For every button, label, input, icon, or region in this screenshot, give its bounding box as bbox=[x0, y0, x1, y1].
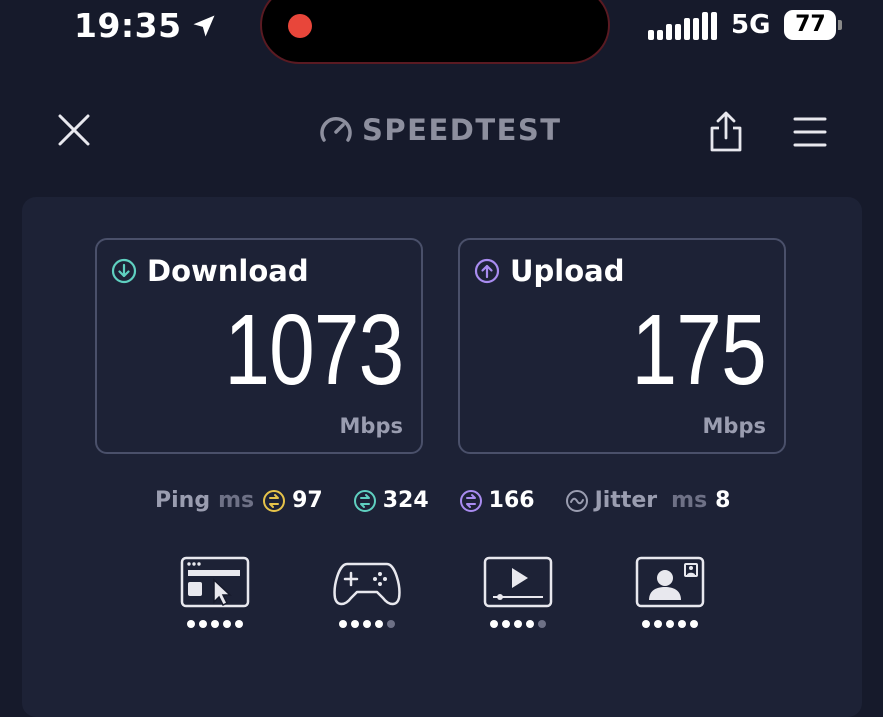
battery-level: 77 bbox=[784, 10, 837, 40]
gaming-icon bbox=[333, 562, 401, 606]
rating-dot bbox=[363, 620, 371, 628]
dynamic-island bbox=[260, 0, 610, 64]
rating-dot bbox=[351, 620, 359, 628]
speedtest-logo: SPEEDTEST bbox=[318, 112, 562, 148]
speedometer-icon bbox=[320, 117, 352, 142]
status-time: 19:35 bbox=[74, 6, 218, 45]
download-label: Download bbox=[147, 254, 309, 288]
upload-latency-icon bbox=[459, 489, 482, 512]
jitter-label: Jitter bbox=[594, 488, 658, 513]
rating-dot bbox=[211, 620, 219, 628]
rating-dot bbox=[690, 620, 698, 628]
upload-unit: Mbps bbox=[702, 414, 766, 438]
network-type: 5G bbox=[731, 10, 771, 40]
video-streaming-stars bbox=[490, 620, 546, 628]
idle-latency-value: 97 bbox=[292, 488, 323, 513]
idle-latency: 97 bbox=[262, 488, 323, 513]
rating-dot bbox=[526, 620, 534, 628]
rating-dot bbox=[490, 620, 498, 628]
location-arrow-icon bbox=[193, 15, 215, 36]
rating-dot bbox=[502, 620, 510, 628]
download-latency-value: 324 bbox=[382, 488, 429, 513]
video-call-rating[interactable] bbox=[630, 556, 710, 628]
idle-latency-icon bbox=[263, 489, 286, 512]
web-browsing-stars bbox=[187, 620, 243, 628]
jitter: Jitter ms 8 bbox=[565, 488, 731, 513]
rating-dot bbox=[642, 620, 650, 628]
ping-unit: ms bbox=[218, 488, 255, 513]
web-browsing-rating[interactable] bbox=[175, 556, 255, 628]
download-latency: 324 bbox=[353, 488, 429, 513]
latency-row[interactable]: Ping ms 97 324 166 Jitter ms 8 bbox=[155, 488, 730, 513]
web-browsing-icon bbox=[180, 556, 250, 608]
rating-dot bbox=[654, 620, 662, 628]
rating-dot bbox=[514, 620, 522, 628]
upload-value: 175 bbox=[631, 294, 767, 406]
rating-dot bbox=[538, 620, 546, 628]
rating-dot bbox=[235, 620, 243, 628]
download-unit: Mbps bbox=[339, 414, 403, 438]
close-icon[interactable] bbox=[56, 112, 92, 148]
jitter-value: 8 bbox=[715, 488, 731, 513]
results-panel: Download 1073 Mbps Upload 175 Mbps bbox=[22, 197, 862, 717]
video-streaming-rating[interactable] bbox=[478, 556, 558, 628]
brand-name: SPEEDTEST bbox=[362, 113, 562, 147]
upload-label: Upload bbox=[510, 254, 625, 288]
video-streaming-icon bbox=[483, 556, 553, 608]
status-indicators: 5G 77 bbox=[648, 10, 843, 40]
rating-dot bbox=[339, 620, 347, 628]
jitter-unit: ms bbox=[671, 488, 708, 513]
rating-dot bbox=[678, 620, 686, 628]
gaming-rating[interactable] bbox=[327, 556, 407, 628]
rating-dot bbox=[375, 620, 383, 628]
battery-icon: 77 bbox=[784, 10, 843, 40]
rating-dot bbox=[199, 620, 207, 628]
gaming-stars bbox=[339, 620, 395, 628]
video-call-icon bbox=[635, 556, 705, 608]
upload-latency: 166 bbox=[459, 488, 535, 513]
rating-dot bbox=[223, 620, 231, 628]
rating-dot bbox=[187, 620, 195, 628]
rating-dot bbox=[387, 620, 395, 628]
recording-indicator-icon bbox=[288, 14, 312, 38]
download-card[interactable]: Download 1073 Mbps bbox=[95, 238, 423, 454]
cellular-signal-icon bbox=[648, 10, 717, 40]
upload-arrow-icon bbox=[474, 258, 500, 284]
download-arrow-icon bbox=[111, 258, 137, 284]
download-latency-icon bbox=[353, 489, 376, 512]
jitter-icon bbox=[565, 489, 588, 512]
download-value: 1073 bbox=[223, 294, 404, 406]
share-icon[interactable] bbox=[706, 110, 746, 154]
upload-card[interactable]: Upload 175 Mbps bbox=[458, 238, 786, 454]
rating-dot bbox=[666, 620, 674, 628]
video-call-stars bbox=[642, 620, 698, 628]
ping-label: Ping bbox=[155, 488, 211, 513]
menu-icon[interactable] bbox=[792, 115, 828, 149]
upload-latency-value: 166 bbox=[488, 488, 535, 513]
